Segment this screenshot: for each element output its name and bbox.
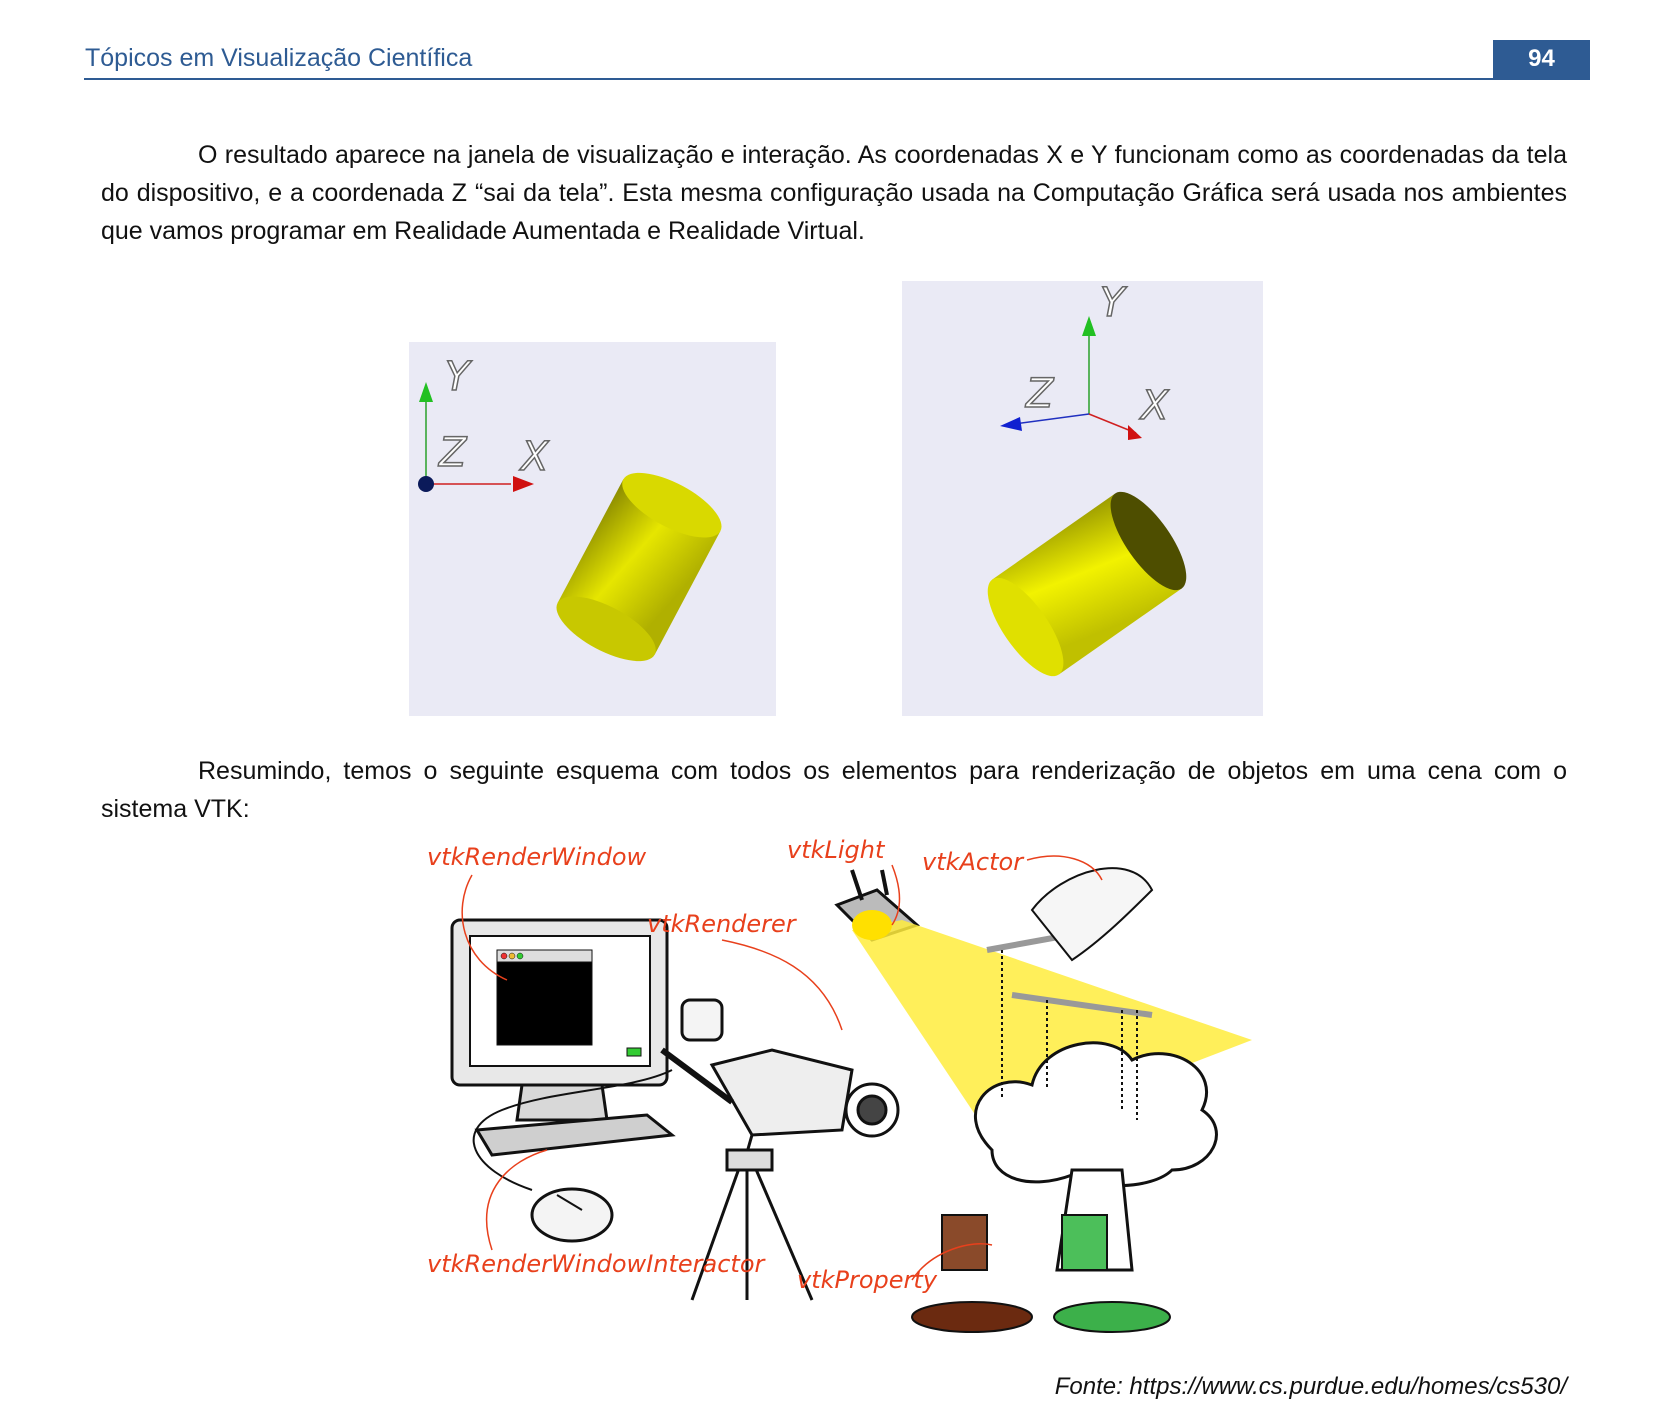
render-view-right-canvas: Y Z X	[987, 281, 1187, 677]
label-vtk-light: vtkLight	[787, 836, 886, 864]
header-divider	[84, 78, 1590, 80]
axis-label-z: Z	[438, 430, 468, 476]
axis-label-x: X	[1139, 383, 1170, 429]
axis-label-y: Y	[445, 354, 473, 400]
render-view-right: Y Z X	[902, 281, 1263, 716]
paragraph-summary-text: Resumindo, temos o seguinte esquema com …	[101, 757, 1567, 823]
y-axis-arrow	[1082, 316, 1096, 336]
render-view-left: Y Z X	[409, 342, 776, 716]
label-vtk-render-window: vtkRenderWindow	[427, 843, 647, 871]
label-vtk-render-window-interactor: vtkRenderWindowInteractor	[427, 1250, 767, 1278]
label-vtk-renderer: vtkRenderer	[647, 910, 798, 938]
running-header-title: Tópicos em Visualização Científica	[85, 44, 473, 72]
y-axis-arrow	[419, 382, 433, 402]
axis-label-z: Z	[1025, 371, 1055, 417]
cylinder-left	[556, 472, 722, 662]
vtk-illustration-canvas: vtkRenderWindow vtkLight vtkActor vtkRen…	[427, 836, 1252, 1333]
figure-source: Fonte: https://www.cs.purdue.edu/homes/c…	[1054, 1373, 1567, 1400]
vtk-pipeline-illustration: vtkRenderWindow vtkLight vtkActor vtkRen…	[427, 836, 1252, 1360]
paint-cans-illustration	[911, 1214, 1171, 1333]
x-axis-arrow	[1128, 425, 1142, 440]
label-vtk-actor: vtkActor	[922, 848, 1025, 876]
label-vtk-property: vtkProperty	[797, 1266, 938, 1294]
paragraph-summary: Resumindo, temos o seguinte esquema com …	[101, 752, 1567, 828]
z-axis-arrow	[1000, 417, 1022, 431]
z-axis-tip	[418, 476, 434, 492]
axis-label-x: X	[519, 434, 550, 480]
paragraph-intro-text: O resultado aparece na janela de visuali…	[101, 141, 1567, 245]
axis-label-y: Y	[1100, 281, 1128, 326]
cylinder-right	[987, 491, 1187, 677]
page-number: 94	[1493, 40, 1590, 78]
render-view-left-canvas: Y Z X	[418, 353, 722, 662]
paragraph-intro: O resultado aparece na janela de visuali…	[101, 136, 1567, 250]
